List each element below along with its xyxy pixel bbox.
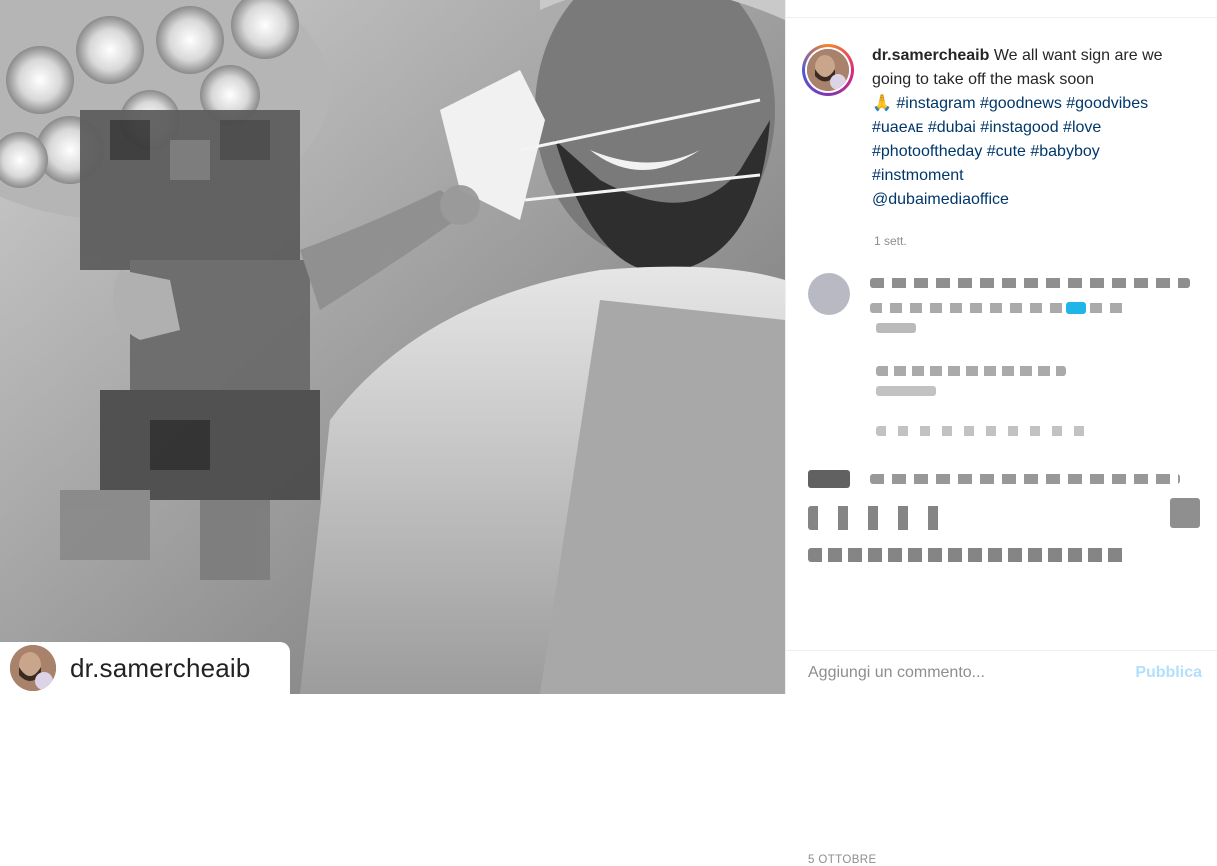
watermark-avatar xyxy=(10,645,56,691)
post-date: 5 OTTOBRE xyxy=(808,854,877,866)
publish-button[interactable]: Pubblica xyxy=(1135,664,1202,682)
comment-text-blurred xyxy=(870,303,1130,313)
caption-mention[interactable]: @dubaimediaoffice xyxy=(872,191,1009,208)
comment-input[interactable]: Aggiungi un commento... xyxy=(808,664,985,682)
post-caption: dr.samercheaib We all want sign are we g… xyxy=(786,18,1217,212)
post-details-panel: dr.samercheaib We all want sign are we g… xyxy=(785,0,1217,866)
story-ring[interactable] xyxy=(802,44,854,96)
instagram-post-view: dr.samercheaib dr.samercheaib We all wan… xyxy=(0,0,1217,866)
avatar xyxy=(807,49,849,91)
comment-avatar-blurred xyxy=(808,273,850,315)
caption-hashtags[interactable]: #instagram #goodnews #goodvibes #uaeᴀᴇ #… xyxy=(872,95,1148,184)
photo-illustration xyxy=(0,0,785,694)
watermark-username: dr.samercheaib xyxy=(70,652,251,683)
comment-text-blurred xyxy=(870,278,1190,288)
caption-username[interactable]: dr.samercheaib xyxy=(872,47,989,64)
caption-time-ago[interactable]: 1 sett. xyxy=(786,234,1217,248)
panel-top-divider xyxy=(786,0,1217,18)
praying-hands-icon: 🙏 xyxy=(872,95,892,112)
post-photo[interactable]: dr.samercheaib xyxy=(0,0,785,694)
comments-list: 5 OTTOBRE xyxy=(786,248,1217,866)
caption-text: dr.samercheaib We all want sign are we g… xyxy=(872,44,1182,212)
photo-watermark: dr.samercheaib xyxy=(0,642,290,694)
add-comment-bar: Aggiungi un commento... Pubblica xyxy=(786,650,1217,694)
